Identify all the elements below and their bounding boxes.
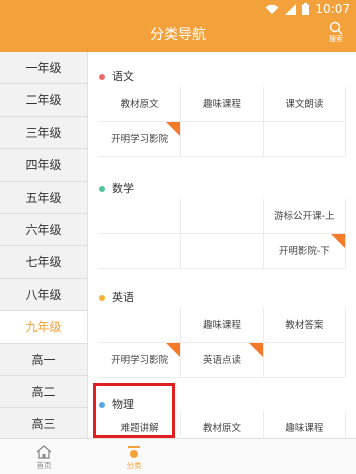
course-grid: 教材原文 趣味课程 课文朗读 开明学习影院	[99, 87, 346, 157]
grade-sidebar: 一年级 二年级 三年级 四年级 五年级 六年级 七年级 八年级 九年级 高一 高…	[0, 52, 88, 438]
search-icon	[324, 21, 348, 35]
highlight-box	[93, 383, 175, 438]
status-icons: 10:07	[265, 1, 350, 17]
wifi-icon	[265, 4, 279, 15]
course-cell[interactable]: 教材原文	[181, 411, 264, 438]
course-label: 开明学习影院	[111, 134, 169, 145]
course-cell[interactable]: 课文朗读	[263, 87, 346, 122]
sidebar-item-grade-7[interactable]: 七年级	[0, 246, 87, 279]
new-badge-icon	[166, 343, 181, 357]
new-badge-icon	[166, 122, 181, 136]
section-dot	[99, 74, 105, 80]
course-label: 开明影院-下	[278, 246, 330, 257]
course-cell-badged[interactable]: 开明学习影院	[99, 343, 182, 378]
search-label: 搜索	[329, 35, 343, 43]
section-english: 英语 趣味课程 教材答案 开明学习影院 英语点读	[89, 282, 356, 378]
course-grid: 趣味课程 教材答案 开明学习影院 英语点读	[99, 308, 346, 378]
new-badge-icon	[248, 343, 263, 357]
section-title: 语文	[112, 70, 134, 83]
course-cell-badged[interactable]: 开明学习影院	[99, 122, 182, 157]
tab-category[interactable]: 分类	[114, 439, 154, 474]
signal-icon	[285, 3, 297, 15]
new-badge-icon	[331, 234, 345, 248]
search-button[interactable]: 搜索	[324, 21, 348, 51]
tab-label: 首页	[36, 461, 52, 470]
tab-home[interactable]: 首页	[24, 439, 64, 474]
subject-content: 语文 教材原文 趣味课程 课文朗读 开明学习影院 数学 游标公开课-上 开明影院…	[89, 52, 356, 438]
category-icon	[114, 445, 154, 459]
sidebar-item-grade-1[interactable]: 一年级	[0, 52, 87, 85]
empty-cell	[263, 122, 346, 157]
empty-cell	[99, 308, 182, 343]
sidebar-item-grade-4[interactable]: 四年级	[0, 149, 87, 182]
page-title: 分类导航	[150, 27, 206, 43]
status-time: 10:07	[315, 2, 350, 16]
empty-cell	[181, 234, 264, 269]
empty-cell	[99, 199, 182, 234]
section-title: 数学	[112, 182, 134, 195]
sidebar-item-grade-5[interactable]: 五年级	[0, 182, 87, 214]
section-title: 英语	[112, 291, 134, 304]
app-bar: 分类导航 搜索	[0, 18, 356, 52]
empty-cell	[263, 343, 346, 378]
tab-bar: 首页 分类	[0, 438, 356, 474]
section-dot	[99, 295, 105, 301]
course-cell[interactable]: 教材答案	[263, 308, 346, 343]
course-label: 开明学习影院	[111, 355, 169, 366]
battery-icon	[302, 3, 310, 15]
course-cell[interactable]: 趣味课程	[181, 308, 264, 343]
empty-cell	[99, 234, 182, 269]
course-cell[interactable]: 教材原文	[99, 87, 182, 122]
course-cell-badged[interactable]: 开明影院-下	[263, 234, 346, 269]
sidebar-item-grade-8[interactable]: 八年级	[0, 279, 87, 312]
course-grid: 游标公开课-上 开明影院-下	[99, 199, 346, 269]
course-cell[interactable]: 游标公开课-上	[263, 199, 346, 234]
sidebar-item-senior-2[interactable]: 高二	[0, 376, 87, 409]
course-cell-badged[interactable]: 英语点读	[181, 343, 264, 378]
course-cell[interactable]: 趣味课程	[264, 411, 346, 438]
tab-label: 分类	[126, 461, 142, 470]
section-dot	[99, 186, 105, 192]
empty-cell	[181, 122, 264, 157]
course-cell[interactable]: 趣味课程	[181, 87, 264, 122]
status-bar: 10:07	[0, 0, 356, 18]
sidebar-item-senior-1[interactable]: 高一	[0, 344, 87, 376]
empty-cell	[181, 199, 264, 234]
sidebar-item-grade-9[interactable]: 九年级	[0, 311, 87, 344]
section-chinese: 语文 教材原文 趣味课程 课文朗读 开明学习影院	[89, 61, 356, 157]
sidebar-item-grade-2[interactable]: 二年级	[0, 84, 87, 117]
section-math: 数学 游标公开课-上 开明影院-下	[89, 173, 356, 269]
home-icon	[24, 445, 64, 459]
sidebar-item-senior-3[interactable]: 高三	[0, 408, 87, 438]
sidebar-item-grade-6[interactable]: 六年级	[0, 214, 87, 247]
sidebar-item-grade-3[interactable]: 三年级	[0, 117, 87, 150]
course-label: 英语点读	[202, 355, 241, 366]
